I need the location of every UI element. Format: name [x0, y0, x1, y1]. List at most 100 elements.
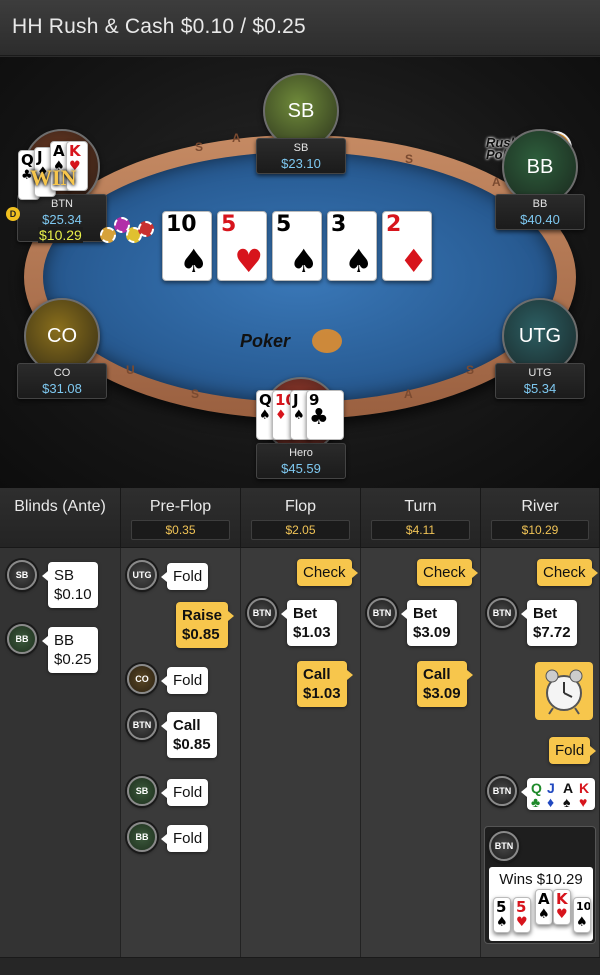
- column-title: Pre-Flop: [149, 498, 212, 515]
- name-plate: BB $40.40: [495, 194, 585, 230]
- pot-value: $10.29: [491, 520, 589, 540]
- rail-letter: U: [126, 363, 135, 377]
- column-header-preflop: Pre-Flop $0.35: [121, 488, 241, 548]
- action-bubble: BB $0.25: [42, 627, 98, 673]
- action-bubble: Fold: [160, 563, 209, 590]
- position-chip-bb: BB: [7, 624, 37, 654]
- position-chip-btn: BTN: [489, 831, 519, 861]
- position-chip-sb: SB: [7, 560, 37, 590]
- hero-action-bubble: Check: [417, 559, 478, 586]
- rail-letter: S: [405, 152, 414, 166]
- action-bubble: Fold: [160, 667, 209, 694]
- felt-logo-text: Poker: [240, 331, 291, 351]
- felt-logo: Poker: [240, 329, 360, 355]
- rail-letter: A: [492, 175, 501, 189]
- winner-card-3: A ♠: [535, 889, 553, 925]
- position-chip-sb: SB: [127, 776, 157, 806]
- rail-letter: S: [195, 140, 204, 154]
- name-plate: Hero $45.59: [256, 443, 346, 479]
- window-title: HH Rush & Cash $0.10 / $0.25: [12, 15, 306, 38]
- column-title: River: [521, 498, 559, 515]
- title-bar: HH Rush & Cash $0.10 / $0.25: [0, 0, 600, 56]
- board-card-2: 5 ♥: [217, 211, 267, 281]
- felt-mascot-icon: [312, 329, 342, 353]
- winner-card-2: 5 ♥: [513, 897, 531, 933]
- win-badge: WIN: [30, 165, 77, 190]
- position-chip-bb: BB: [127, 822, 157, 852]
- action-bubble: Bet $7.72: [521, 600, 577, 646]
- column-title: Flop: [284, 498, 317, 515]
- position-chip-btn: BTN: [367, 598, 397, 628]
- winner-card-5: 10 ♠: [573, 897, 591, 933]
- position-chip-co: CO: [127, 664, 157, 694]
- column-title: Turn: [404, 498, 437, 515]
- winner-card-1: 5 ♠: [493, 897, 511, 933]
- player-name: SB: [293, 142, 309, 154]
- board-card-5: 2 ♦: [382, 211, 432, 281]
- board-card-4: 3 ♠: [327, 211, 377, 281]
- board-card-1: 10 ♠: [162, 211, 212, 281]
- position-chip-btn: BTN: [247, 598, 277, 628]
- shown-card-3: A ♠: [563, 780, 574, 810]
- player-stack: $45.59: [281, 461, 321, 476]
- action-bubble: Fold: [160, 825, 209, 852]
- bottom-bar: [0, 957, 600, 975]
- dealer-button: D: [6, 207, 20, 221]
- name-plate: SB $23.10: [256, 138, 346, 174]
- action-bubble: Call $0.85: [161, 712, 217, 758]
- alarm-clock-icon: [535, 662, 593, 720]
- player-name: Hero: [289, 447, 313, 459]
- rail-letter: S: [191, 387, 200, 401]
- player-stack: $25.34: [42, 212, 82, 227]
- position-chip-btn: BTN: [487, 776, 517, 806]
- position-chip-btn: BTN: [487, 598, 517, 628]
- player-name: BB: [532, 198, 548, 210]
- hero-action-bubble: Raise $0.85: [176, 602, 235, 648]
- shown-cards-bubble: Q ♣ J ♦ A ♠ K ♥: [521, 778, 595, 810]
- rail-letter: A: [404, 387, 413, 401]
- hero-action-bubble: Fold: [549, 737, 597, 764]
- poker-table-area: S A S A S U A S Rush&Cash Poker Poker SB…: [0, 57, 600, 488]
- action-bubble: SB $0.10: [42, 562, 98, 608]
- hero-action-bubble: Check: [297, 559, 358, 586]
- column-header-blinds: Blinds (Ante): [0, 488, 121, 548]
- player-stack: $40.40: [520, 212, 560, 227]
- pot-value: $4.11: [371, 520, 470, 540]
- chip-stack: [100, 215, 156, 249]
- rail-letter: A: [232, 131, 241, 145]
- column-blinds: [0, 548, 121, 958]
- win-amount: $10.29: [38, 227, 83, 243]
- card-hero-4: 9 ♣: [306, 390, 344, 440]
- winner-card: Wins $10.29 5 ♠ 5 ♥ A ♠ K ♥ 10 ♠: [489, 867, 593, 941]
- column-header-flop: Flop $2.05: [241, 488, 361, 548]
- hero-action-bubble: Call $3.09: [417, 661, 473, 707]
- hero-action-bubble: Check: [537, 559, 598, 586]
- winner-text: Wins $10.29: [499, 871, 583, 888]
- action-bubble: Bet $3.09: [401, 600, 457, 646]
- pot-value: $2.05: [251, 520, 350, 540]
- hero-action-bubble: Call $1.03: [297, 661, 353, 707]
- column-title: Blinds (Ante): [14, 498, 106, 515]
- rail-letter: S: [466, 363, 475, 377]
- shown-card-4: K ♥: [579, 780, 590, 810]
- action-bubble: Fold: [160, 779, 209, 806]
- winner-card-4: K ♥: [553, 889, 571, 925]
- position-chip-btn: BTN: [127, 710, 157, 740]
- shown-card-1: Q ♣: [531, 780, 542, 810]
- player-stack: $31.08: [42, 381, 82, 396]
- winner-box: BTN Wins $10.29 5 ♠ 5 ♥ A ♠ K ♥ 10 ♠: [484, 826, 596, 944]
- board-card-3: 5 ♠: [272, 211, 322, 281]
- player-name: UTG: [528, 367, 552, 379]
- player-stack: $23.10: [281, 156, 321, 171]
- shown-card-2: J ♦: [547, 780, 555, 810]
- hand-history-panel: Blinds (Ante) Pre-Flop $0.35 Flop $2.05 Tu…: [0, 488, 600, 975]
- position-chip-utg: UTG: [127, 560, 157, 590]
- column-header-river: River $10.29: [481, 488, 600, 548]
- action-bubble: Bet $1.03: [281, 600, 337, 646]
- player-name: CO: [53, 367, 71, 379]
- name-plate: CO $31.08: [17, 363, 107, 399]
- name-plate: UTG $5.34: [495, 363, 585, 399]
- player-stack: $5.34: [523, 381, 557, 396]
- hand-replayer: HH Rush & Cash $0.10 / $0.25 S A S A S U…: [0, 0, 600, 975]
- pot-value: $0.35: [131, 520, 230, 540]
